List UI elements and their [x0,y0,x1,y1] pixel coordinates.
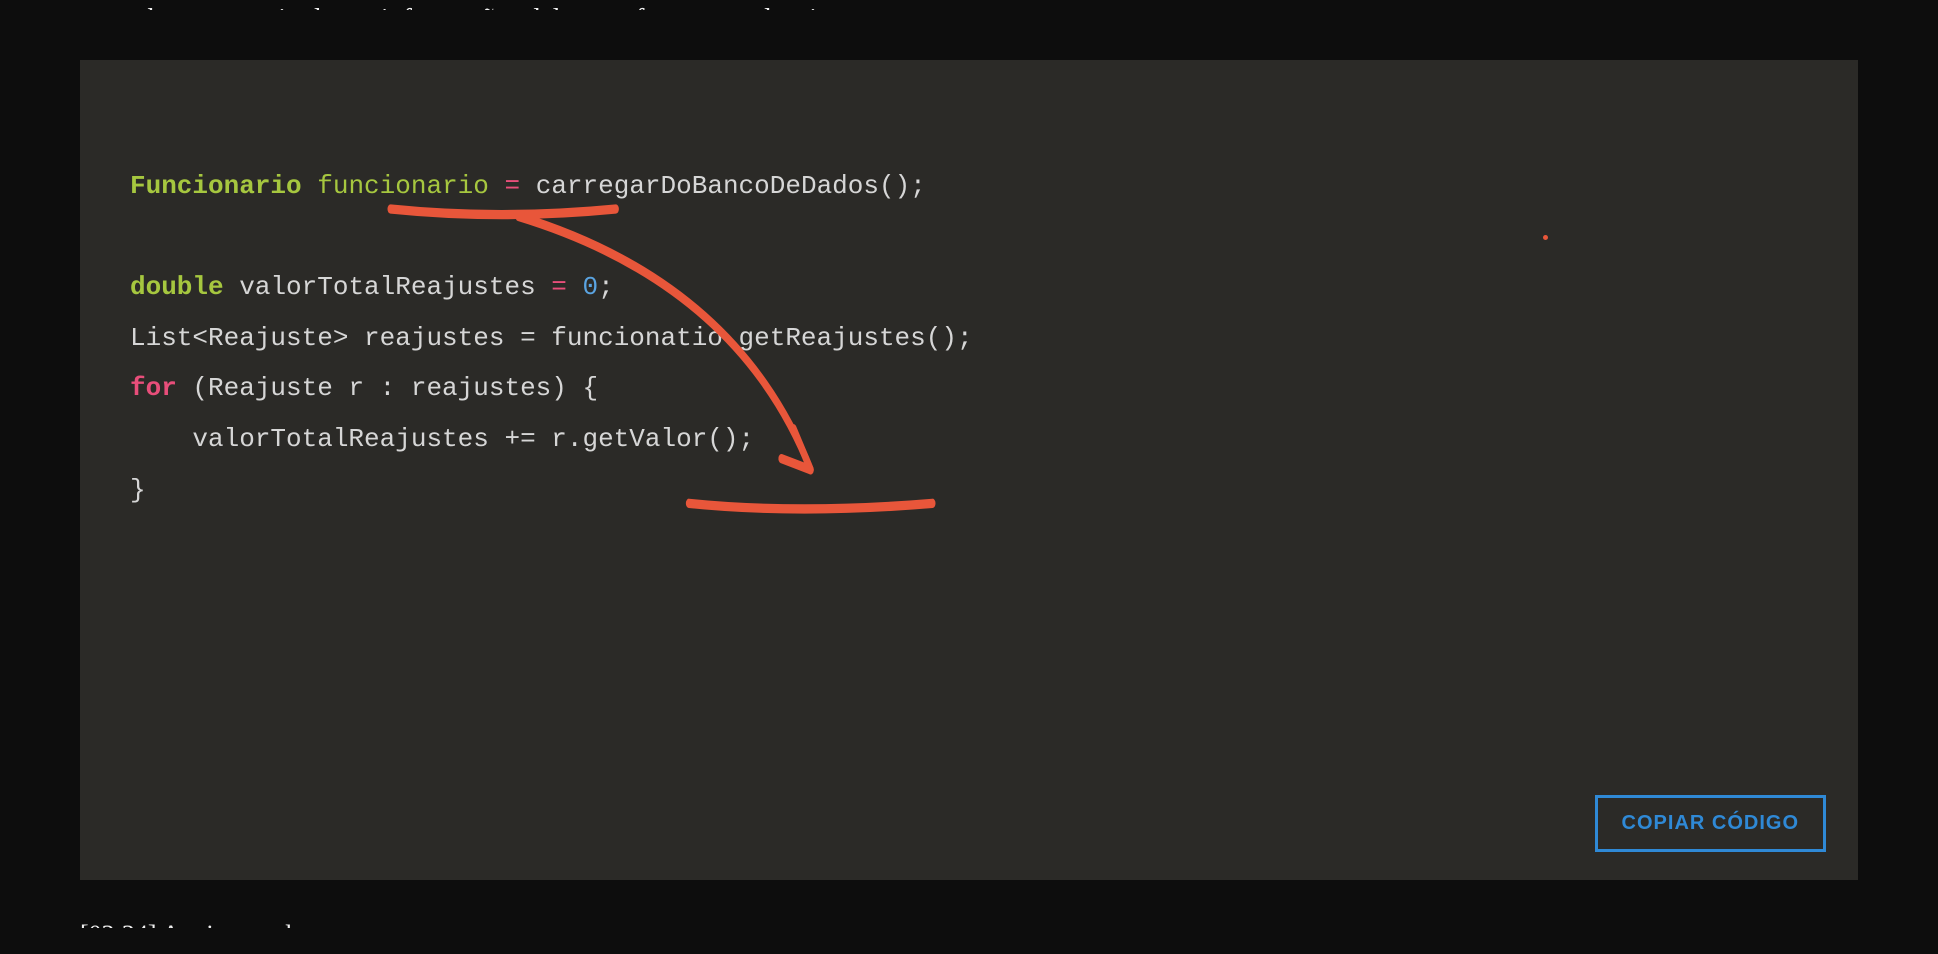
token-number: 0 [583,272,599,302]
underline-funcionatio [689,503,933,509]
token-variable-funcionario: funcionario [317,171,489,201]
token-operator: = [551,272,567,302]
token-body: valorTotalReajustes += r.getValor(); [130,424,754,454]
annotation-arrowhead [781,429,810,470]
intro-paragraph: eu tenho que manipular as informações de… [80,0,1858,10]
token-call: carregarDoBancoDeDados(); [536,171,926,201]
token-operator: = [505,171,521,201]
token-close: } [130,475,146,505]
copy-code-button[interactable]: COPIAR CÓDIGO [1595,795,1826,852]
token-rest: (Reajuste r : reajustes) { [177,373,598,403]
annotation-dot [1543,235,1548,240]
token-variable-funcionatio: funcionatio [551,323,723,353]
outro-paragraph: [02:24] Aqui em todo... [80,920,1858,928]
token-keyword-for: for [130,373,177,403]
token-rest: .getReajustes(); [723,323,973,353]
token-type: Funcionario [130,171,302,201]
token-semicolon: ; [598,272,614,302]
token-type: double [130,272,224,302]
code-block: Funcionario funcionario = carregarDoBanc… [80,60,1858,880]
underline-funcionario [391,209,616,215]
token-variable: valorTotalReajustes [239,272,535,302]
token-declaration: List<Reajuste> reajustes = [130,323,551,353]
